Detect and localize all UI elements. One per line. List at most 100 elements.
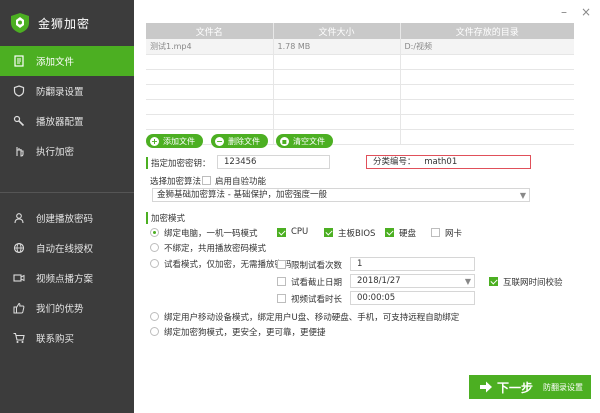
shield-icon [12,84,26,98]
sidebar-item-our-advantages[interactable]: 我们的优势 [0,293,134,323]
table-row-empty [146,54,574,70]
table-row-empty [146,84,574,100]
arrow-right-icon [480,381,492,393]
trial-deadline-value: 2018/1/27 [357,276,401,286]
mode-no-bind-radio[interactable] [150,243,159,252]
cpu-label: CPU [291,227,309,237]
sidebar: 金狮加密 添加文件 防翻录设置 播放器配置 执行加密 创建播放密码 自动在线授权… [0,0,134,413]
file-actions: + 添加文件 − 删除文件 ▪ 清空文件 [146,134,333,148]
auto-verify-label: 启用自验功能 [215,177,267,187]
sidebar-item-auto-online-auth[interactable]: 自动在线授权 [0,233,134,263]
sidebar-item-label: 我们的优势 [36,304,84,315]
cell-directory: D:/视频 [400,39,574,55]
cell-filename: 测试1.mp4 [146,39,274,55]
trial-deadline-checkbox[interactable] [277,277,286,286]
mode-dongle-radio[interactable] [150,327,159,336]
next-step-button[interactable]: 下一步 防翻录设置 [469,375,591,399]
auto-verify-checkbox[interactable] [202,176,211,185]
sidebar-item-video-on-demand[interactable]: 视频点播方案 [0,263,134,293]
trial-count-input[interactable]: 1 [350,257,475,271]
hand-icon [12,144,26,158]
nic-label: 网卡 [445,229,463,239]
thumbs-up-icon [12,301,26,315]
column-header-directory[interactable]: 文件存放的目录 [400,23,574,39]
mode-trial-radio[interactable] [150,259,159,268]
internet-time-label: 互联网时间校验 [503,278,563,288]
mode-dongle-label: 绑定加密狗模式，更安全，更可靠，更便捷 [164,328,326,338]
minus-icon: − [215,136,224,146]
person-icon [12,211,26,225]
clear-file-button[interactable]: ▪ 清空文件 [276,134,333,148]
sidebar-item-anti-recording[interactable]: 防翻录设置 [0,76,134,106]
column-header-filesize[interactable]: 文件大小 [273,23,401,39]
sidebar-divider [0,192,134,193]
algorithm-label: 选择加密算法 [150,177,202,187]
sidebar-item-label: 创建播放密码 [36,214,94,225]
algorithm-value: 金狮基础加密算法 - 基础保护，加密强度一般 [157,190,327,200]
chevron-down-icon: ▼ [519,191,526,200]
sidebar-item-contact-purchase[interactable]: 联系购买 [0,323,134,353]
sidebar-item-execute-encrypt[interactable]: 执行加密 [0,136,134,166]
bios-checkbox[interactable] [324,228,333,237]
mode-no-bind-label: 不绑定，共用播放密码模式 [164,244,267,254]
bios-label: 主板BIOS [338,229,376,239]
mode-mobile-radio[interactable] [150,312,159,321]
cpu-checkbox[interactable] [277,228,286,237]
trial-deadline-label: 试看截止日期 [291,278,343,288]
lion-shield-logo-icon [11,13,29,33]
table-row-empty [146,69,574,85]
mode-bind-computer-radio[interactable] [150,228,159,237]
table-row-empty [146,99,574,115]
category-label: 分类编号： [373,157,416,167]
sidebar-item-label: 添加文件 [36,57,75,68]
mode-trial-label: 试看模式，仅加密，无需播放密码 [164,260,292,270]
trial-deadline-input[interactable]: 2018/1/27 ▼ [350,274,475,288]
add-file-label: 添加文件 [163,136,195,146]
sidebar-item-label: 执行加密 [36,147,75,158]
encrypt-key-label: 指定加密密钥： [146,157,211,169]
mode-bind-computer-label: 绑定电脑，一机一码模式 [164,229,258,239]
trial-duration-input[interactable]: 00:00:05 [350,291,475,305]
document-icon [12,54,26,68]
table-row[interactable]: 测试1.mp4 1.78 MB D:/视频 [146,39,574,55]
sidebar-item-player-config[interactable]: 播放器配置 [0,106,134,136]
trash-icon: ▪ [280,136,289,146]
disk-checkbox[interactable] [385,228,394,237]
table-row-empty [146,114,574,130]
table-header-row: 文件名 文件大小 文件存放的目录 [146,23,574,39]
limit-trial-count-checkbox[interactable] [277,260,286,269]
encrypt-key-input[interactable]: 123456 [217,155,330,169]
video-icon [12,271,26,285]
cell-filesize: 1.78 MB [273,39,401,55]
sidebar-item-create-password[interactable]: 创建播放密码 [0,203,134,233]
globe-icon [12,241,26,255]
brand: 金狮加密 [0,0,134,46]
sidebar-item-add-file[interactable]: 添加文件 [0,46,134,76]
next-step-sub-label: 防翻录设置 [543,382,584,392]
column-header-filename[interactable]: 文件名 [146,23,274,39]
delete-file-button[interactable]: − 删除文件 [211,134,268,148]
category-field[interactable]: 分类编号： math01 [366,155,531,169]
limit-trial-count-label: 限制试看次数 [291,261,343,271]
sidebar-item-label: 自动在线授权 [36,244,94,255]
trial-duration-checkbox[interactable] [277,294,286,303]
disk-label: 硬盘 [399,229,417,239]
category-value: math01 [424,157,458,167]
nic-checkbox[interactable] [431,228,440,237]
trial-duration-label: 视频试看时长 [291,295,343,305]
delete-file-label: 删除文件 [228,136,260,146]
main-panel: 文件名 文件大小 文件存放的目录 测试1.mp4 1.78 MB D:/视频 +… [134,0,600,413]
plus-icon: + [150,136,159,146]
add-file-button[interactable]: + 添加文件 [146,134,203,148]
clear-file-label: 清空文件 [293,136,325,146]
chevron-down-icon: ▼ [464,277,471,286]
next-step-label: 下一步 [497,380,534,395]
internet-time-checkbox[interactable] [489,277,498,286]
cart-icon [12,331,26,345]
app-name: 金狮加密 [38,16,91,31]
sidebar-item-label: 防翻录设置 [36,87,84,98]
algorithm-select[interactable]: 金狮基础加密算法 - 基础保护，加密强度一般 ▼ [152,188,530,202]
sidebar-item-label: 播放器配置 [36,117,84,128]
mode-title: 加密模式 [146,212,185,224]
sidebar-item-label: 视频点播方案 [36,274,94,285]
